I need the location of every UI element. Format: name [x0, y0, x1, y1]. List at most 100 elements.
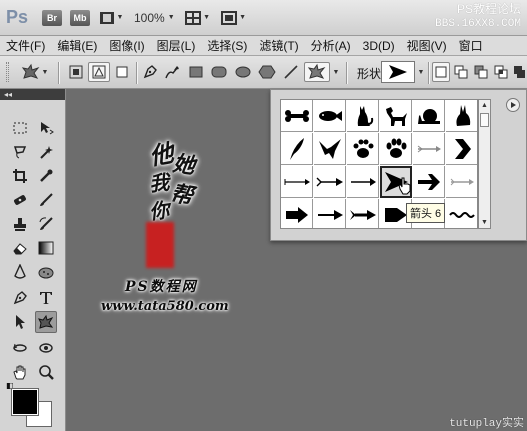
gradient-tool[interactable]	[35, 237, 57, 259]
paths-mode-button[interactable]	[88, 62, 110, 82]
scroll-down-arrow-icon[interactable]: ▼	[479, 217, 490, 228]
create-new-shape-layer-button[interactable]	[432, 62, 450, 82]
menu-layer[interactable]: 图层(L)	[151, 37, 202, 54]
scroll-thumb[interactable]	[480, 113, 489, 127]
shape-arrow-block[interactable]	[281, 199, 313, 228]
rounded-rectangle-icon	[211, 66, 227, 78]
menu-select[interactable]: 选择(S)	[201, 37, 253, 54]
tools-panel-collapse-toggle[interactable]: ◂◂	[0, 89, 65, 100]
move-tool[interactable]	[35, 117, 57, 139]
history-brush-tool[interactable]	[35, 213, 57, 235]
shape-arrow-grey[interactable]	[446, 166, 477, 198]
3d-orbit-tool[interactable]	[35, 337, 57, 359]
blur-drop-icon	[14, 264, 26, 279]
arrow-bold-icon	[417, 173, 440, 190]
freeform-pen-button[interactable]	[162, 62, 182, 82]
intersect-shape-areas-button[interactable]	[492, 62, 510, 82]
shape-picker-button[interactable]	[381, 61, 415, 83]
shape-fish[interactable]	[314, 100, 346, 132]
shape-arrow-bold[interactable]	[413, 166, 445, 198]
shape-arrow-plain[interactable]	[347, 166, 379, 198]
custom-shape-tool[interactable]	[35, 311, 57, 333]
arrange-documents-button[interactable]: ▼	[185, 9, 211, 27]
blur-tool[interactable]	[9, 261, 31, 283]
zoom-tool[interactable]	[35, 361, 57, 383]
picker-menu-button[interactable]	[506, 98, 520, 112]
ellipse-shape-button[interactable]	[232, 62, 254, 82]
polygon-shape-button[interactable]	[256, 62, 278, 82]
shape-bird[interactable]	[314, 133, 346, 165]
menu-analysis[interactable]: 分析(A)	[305, 37, 357, 54]
shape-arrow-feathered[interactable]	[347, 199, 379, 228]
shape-feathered-arrow[interactable]	[413, 133, 445, 165]
rectangle-shape-button[interactable]	[186, 62, 206, 82]
shape-rabbit[interactable]	[446, 100, 477, 132]
shape-feather[interactable]	[281, 133, 313, 165]
eraser-tool[interactable]	[9, 237, 31, 259]
menu-window[interactable]: 窗口	[453, 37, 489, 54]
pen-tool-button[interactable]	[140, 62, 160, 82]
shape-grid-scrollbar[interactable]: ▲ ▼	[478, 99, 491, 229]
shape-paw-print-2[interactable]	[380, 133, 412, 165]
menu-3d[interactable]: 3D(D)	[357, 39, 401, 53]
rounded-rectangle-button[interactable]	[208, 62, 230, 82]
shape-paw-print[interactable]	[347, 133, 379, 165]
pen-tool[interactable]	[9, 287, 31, 309]
view-extras-button[interactable]: ▼	[98, 9, 124, 27]
3d-rotate-icon	[13, 343, 27, 352]
menu-image[interactable]: 图像(I)	[103, 37, 150, 54]
type-tool[interactable]	[35, 287, 57, 309]
shape-arrow-thin[interactable]	[281, 166, 313, 198]
arrow-thin-icon	[284, 178, 310, 185]
brush-tool[interactable]	[35, 189, 57, 211]
hand-tool[interactable]	[9, 361, 31, 383]
dodge-tool[interactable]	[35, 261, 57, 283]
shape-snail[interactable]	[413, 100, 445, 132]
marquee-icon	[13, 122, 27, 134]
eyedropper-tool[interactable]	[35, 165, 57, 187]
menu-file[interactable]: 文件(F)	[0, 37, 51, 54]
arrange-grid-icon	[185, 10, 202, 25]
shape-cat[interactable]	[347, 100, 379, 132]
3d-rotate-tool[interactable]	[9, 337, 31, 359]
shape-wave[interactable]	[446, 199, 477, 228]
marquee-tool[interactable]	[9, 117, 31, 139]
arrow-plain-icon	[350, 177, 376, 186]
launch-minibridge-button[interactable]: Mb	[70, 7, 90, 29]
crop-tool[interactable]	[9, 165, 31, 187]
magic-wand-tool[interactable]	[35, 141, 57, 163]
triangle-right-icon	[511, 102, 516, 108]
menu-filter[interactable]: 滤镜(T)	[253, 37, 304, 54]
fill-pixels-mode-button[interactable]	[112, 62, 132, 82]
geometry-options-dropdown[interactable]: ▼	[331, 62, 341, 82]
menu-view[interactable]: 视图(V)	[401, 37, 453, 54]
add-to-shape-area-button[interactable]	[452, 62, 470, 82]
subtract-shape-area-button[interactable]	[472, 62, 490, 82]
menu-edit[interactable]: 编辑(E)	[51, 37, 103, 54]
healing-brush-tool[interactable]	[9, 189, 31, 211]
exclude-overlapping-shape-button[interactable]	[512, 62, 526, 82]
zoom-level-value: 100%	[134, 10, 165, 25]
screen-mode-button[interactable]: ▼	[221, 9, 247, 27]
shape-layers-mode-button[interactable]	[66, 62, 86, 82]
clone-stamp-tool[interactable]	[9, 213, 31, 235]
lasso-tool[interactable]	[9, 141, 31, 163]
separator	[136, 62, 137, 84]
eyedropper-icon	[40, 169, 53, 182]
foreground-color-swatch[interactable]	[11, 388, 39, 416]
line-shape-button[interactable]	[281, 62, 301, 82]
launch-bridge-button[interactable]: Br	[42, 7, 62, 29]
shape-arrow-tail[interactable]	[314, 166, 346, 198]
shape-dog[interactable]	[380, 100, 412, 132]
tool-preset-picker[interactable]: ▼	[16, 62, 52, 82]
zoom-level-dropdown[interactable]: 100% ▼	[134, 11, 175, 25]
options-bar-grip[interactable]	[6, 62, 9, 82]
custom-shape-button[interactable]	[304, 62, 330, 82]
path-selection-tool[interactable]	[9, 311, 31, 333]
menu-bar: 文件(F) 编辑(E) 图像(I) 图层(L) 选择(S) 滤镜(T) 分析(A…	[0, 36, 527, 56]
shape-chevron[interactable]	[446, 133, 477, 165]
shape-arrow-long[interactable]	[314, 199, 346, 228]
shape-bone[interactable]	[281, 100, 313, 132]
shape-picker-dropdown[interactable]: ▼	[416, 62, 426, 82]
scroll-up-arrow-icon[interactable]: ▲	[479, 100, 490, 111]
